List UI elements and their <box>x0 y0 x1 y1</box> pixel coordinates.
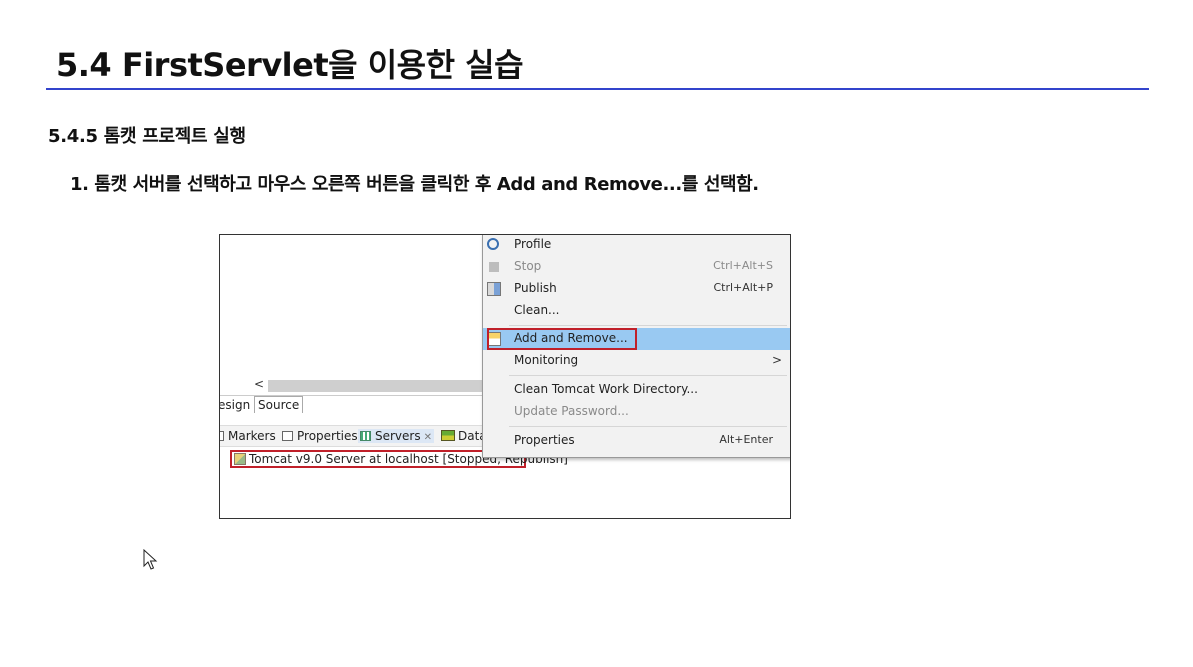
menu-item-shortcut: Ctrl+Alt+P <box>713 281 773 294</box>
menu-item-publish[interactable]: Publish Ctrl+Alt+P <box>483 278 790 300</box>
menu-separator <box>509 375 787 376</box>
data-icon <box>441 430 455 441</box>
menu-item-label: Properties <box>514 433 575 447</box>
horizontal-scrollbar[interactable]: < <box>250 377 512 393</box>
menu-item-add-and-remove[interactable]: Add and Remove... <box>483 328 790 350</box>
scrollbar-thumb[interactable] <box>268 380 512 392</box>
menu-item-properties[interactable]: Properties Alt+Enter <box>483 430 790 452</box>
tomcat-server-icon <box>234 453 246 465</box>
menu-item-profile[interactable]: Profile <box>483 235 790 256</box>
slide-title: 5.4 FirstServlet을 이용한 실습 <box>56 46 524 84</box>
mouse-pointer-icon <box>143 549 158 570</box>
menu-item-label: Monitoring <box>514 353 579 367</box>
title-divider <box>46 88 1149 90</box>
step-instruction: 1. 톰캣 서버를 선택하고 마우스 오른쪽 버튼을 클릭한 후 Add and… <box>70 174 759 195</box>
menu-item-shortcut: Ctrl+Alt+S <box>713 259 773 272</box>
servers-icon <box>360 431 371 441</box>
menu-item-clean-work-directory[interactable]: Clean Tomcat Work Directory... <box>483 379 790 401</box>
views-tab-bar: Markers Properties Servers ✕ Data <box>220 425 487 447</box>
menu-separator <box>509 325 787 326</box>
properties-icon <box>282 431 293 441</box>
menu-item-update-password[interactable]: Update Password... <box>483 401 790 423</box>
highlight-box <box>487 328 637 350</box>
section-heading: 5.4.5 톰캣 프로젝트 실행 <box>48 126 246 147</box>
tab-properties[interactable]: Properties <box>282 429 358 443</box>
scroll-left-icon[interactable]: < <box>254 377 264 391</box>
context-menu: Profile Stop Ctrl+Alt+S Publish Ctrl+Alt… <box>482 235 790 458</box>
menu-item-label: Clean... <box>514 303 560 317</box>
tab-properties-label: Properties <box>297 429 358 443</box>
menu-item-label: Stop <box>514 259 542 273</box>
editor-mode-tabs: esign Source <box>220 395 482 415</box>
tab-design[interactable]: esign <box>220 398 250 412</box>
markers-icon <box>220 431 224 441</box>
menu-separator <box>509 426 787 427</box>
menu-item-clean[interactable]: Clean... <box>483 300 790 322</box>
chevron-right-icon: > <box>771 353 782 367</box>
tab-markers[interactable]: Markers <box>220 429 276 443</box>
menu-item-stop[interactable]: Stop Ctrl+Alt+S <box>483 256 790 278</box>
menu-item-monitoring[interactable]: Monitoring > <box>483 350 790 372</box>
menu-item-label: Clean Tomcat Work Directory... <box>514 382 698 396</box>
tab-data[interactable]: Data <box>441 429 487 443</box>
eclipse-screenshot: < esign Source Markers Properties Server… <box>219 234 791 519</box>
close-icon[interactable]: ✕ <box>424 432 432 443</box>
tab-servers-label: Servers <box>375 429 421 443</box>
tab-source[interactable]: Source <box>254 396 304 413</box>
editor-area <box>220 235 482 378</box>
publish-icon <box>487 282 501 296</box>
profile-icon <box>487 238 499 250</box>
tab-servers[interactable]: Servers ✕ <box>358 429 434 443</box>
menu-item-shortcut: Alt+Enter <box>719 433 773 446</box>
menu-item-label: Profile <box>514 237 552 251</box>
stop-icon <box>489 262 499 272</box>
tab-markers-label: Markers <box>228 429 276 443</box>
menu-item-label: Publish <box>514 281 557 295</box>
menu-item-label: Update Password... <box>514 404 629 418</box>
